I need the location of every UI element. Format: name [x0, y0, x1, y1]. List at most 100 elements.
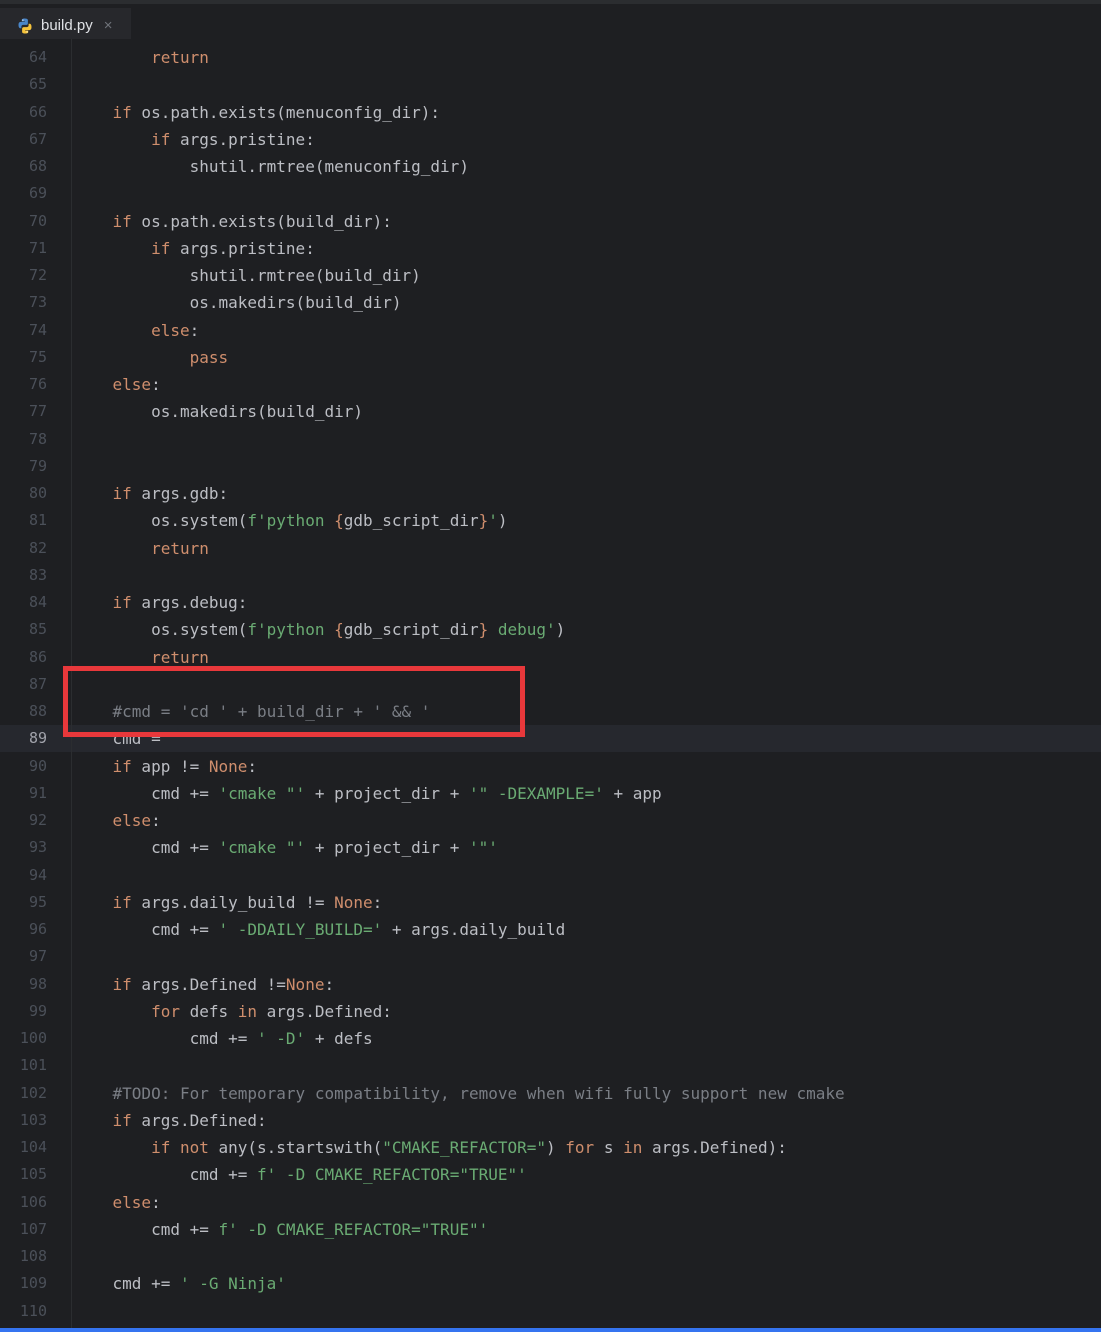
code-line[interactable]: 107 cmd += f' -D CMAKE_REFACTOR="TRUE"': [0, 1216, 1101, 1243]
line-number[interactable]: 84: [0, 589, 47, 616]
line-number[interactable]: 101: [0, 1052, 47, 1079]
line-number[interactable]: 109: [0, 1270, 47, 1297]
code-line[interactable]: 105 cmd += f' -D CMAKE_REFACTOR="TRUE"': [0, 1161, 1101, 1188]
line-number[interactable]: 81: [0, 507, 47, 534]
code-line[interactable]: 93 cmd += 'cmake "' + project_dir + '"': [0, 834, 1101, 861]
code-line[interactable]: 106 else:: [0, 1189, 1101, 1216]
code-line[interactable]: 82 return: [0, 535, 1101, 562]
code-line[interactable]: 71 if args.pristine:: [0, 235, 1101, 262]
code-line[interactable]: 64 return: [0, 44, 1101, 71]
line-number[interactable]: 66: [0, 99, 47, 126]
code-line[interactable]: 72 shutil.rmtree(build_dir): [0, 262, 1101, 289]
code-line[interactable]: 67 if args.pristine:: [0, 126, 1101, 153]
line-number[interactable]: 108: [0, 1243, 47, 1270]
code-line[interactable]: 99 for defs in args.Defined:: [0, 998, 1101, 1025]
line-number[interactable]: 71: [0, 235, 47, 262]
code-line[interactable]: 98 if args.Defined !=None:: [0, 971, 1101, 998]
code-line[interactable]: 108: [0, 1243, 1101, 1270]
line-number[interactable]: 73: [0, 289, 47, 316]
line-number[interactable]: 69: [0, 180, 47, 207]
line-number[interactable]: 99: [0, 998, 47, 1025]
line-number[interactable]: 100: [0, 1025, 47, 1052]
code-line[interactable]: 88 #cmd = 'cd ' + build_dir + ' && ': [0, 698, 1101, 725]
line-code: shutil.rmtree(menuconfig_dir): [74, 153, 469, 180]
code-line[interactable]: 77 os.makedirs(build_dir): [0, 398, 1101, 425]
code-line[interactable]: 84 if args.debug:: [0, 589, 1101, 616]
code-line[interactable]: 74 else:: [0, 317, 1101, 344]
line-number[interactable]: 98: [0, 971, 47, 998]
line-number[interactable]: 93: [0, 834, 47, 861]
code-line[interactable]: 81 os.system(f'python {gdb_script_dir}'): [0, 507, 1101, 534]
code-token: None: [208, 756, 248, 776]
line-number[interactable]: 80: [0, 480, 47, 507]
line-number[interactable]: 70: [0, 208, 47, 235]
code-line[interactable]: 103 if args.Defined:: [0, 1107, 1101, 1134]
line-number[interactable]: 89: [0, 725, 47, 752]
code-line[interactable]: 85 os.system(f'python {gdb_script_dir} d…: [0, 616, 1101, 643]
code-line[interactable]: 89 cmd =: [0, 725, 1101, 753]
line-number[interactable]: 82: [0, 535, 47, 562]
line-number[interactable]: 83: [0, 562, 47, 589]
line-number[interactable]: 64: [0, 44, 47, 71]
code-line[interactable]: 75 pass: [0, 344, 1101, 371]
code-line[interactable]: 100 cmd += ' -D' + defs: [0, 1025, 1101, 1052]
close-tab-icon[interactable]: ×: [104, 17, 113, 34]
line-number[interactable]: 75: [0, 344, 47, 371]
line-number[interactable]: 88: [0, 698, 47, 725]
code-line[interactable]: 76 else:: [0, 371, 1101, 398]
line-number[interactable]: 107: [0, 1216, 47, 1243]
line-number[interactable]: 79: [0, 453, 47, 480]
code-line[interactable]: 101: [0, 1052, 1101, 1079]
line-number[interactable]: 90: [0, 753, 47, 780]
tab-build-py[interactable]: build.py ×: [0, 8, 131, 43]
line-number[interactable]: 67: [0, 126, 47, 153]
code-line[interactable]: 95 if args.daily_build != None:: [0, 889, 1101, 916]
code-line[interactable]: 79: [0, 453, 1101, 480]
line-number[interactable]: 85: [0, 616, 47, 643]
line-number[interactable]: 110: [0, 1298, 47, 1325]
code-line[interactable]: 90 if app != None:: [0, 753, 1101, 780]
code-line[interactable]: 91 cmd += 'cmake "' + project_dir + '" -…: [0, 780, 1101, 807]
line-number[interactable]: 91: [0, 780, 47, 807]
code-editor[interactable]: 64 return 65 66 if os.path.exists(menuconf…: [0, 39, 1101, 1328]
code-line[interactable]: 68 shutil.rmtree(menuconfig_dir): [0, 153, 1101, 180]
line-number[interactable]: 105: [0, 1161, 47, 1188]
line-number[interactable]: 72: [0, 262, 47, 289]
code-line[interactable]: 104 if not any(s.startswith("CMAKE_REFAC…: [0, 1134, 1101, 1161]
line-number[interactable]: 78: [0, 426, 47, 453]
line-number[interactable]: 94: [0, 862, 47, 889]
line-number[interactable]: 68: [0, 153, 47, 180]
code-line[interactable]: 97: [0, 943, 1101, 970]
code-line[interactable]: 96 cmd += ' -DDAILY_BUILD=' + args.daily…: [0, 916, 1101, 943]
line-number[interactable]: 97: [0, 943, 47, 970]
code-line[interactable]: 80 if args.gdb:: [0, 480, 1101, 507]
code-line[interactable]: 110: [0, 1298, 1101, 1325]
code-line[interactable]: 102 #TODO: For temporary compatibility, …: [0, 1080, 1101, 1107]
line-number[interactable]: 96: [0, 916, 47, 943]
line-number[interactable]: 74: [0, 317, 47, 344]
line-number[interactable]: 95: [0, 889, 47, 916]
line-number[interactable]: 102: [0, 1080, 47, 1107]
line-number[interactable]: 104: [0, 1134, 47, 1161]
code-line[interactable]: 87: [0, 671, 1101, 698]
code-line[interactable]: 70 if os.path.exists(build_dir):: [0, 208, 1101, 235]
code-line[interactable]: 65: [0, 71, 1101, 98]
line-number[interactable]: 65: [0, 71, 47, 98]
code-line[interactable]: 78: [0, 426, 1101, 453]
code-line[interactable]: 94: [0, 862, 1101, 889]
line-number[interactable]: 76: [0, 371, 47, 398]
code-line[interactable]: 83: [0, 562, 1101, 589]
line-number[interactable]: 103: [0, 1107, 47, 1134]
line-number[interactable]: 86: [0, 644, 47, 671]
line-number[interactable]: 77: [0, 398, 47, 425]
code-line[interactable]: 69: [0, 180, 1101, 207]
line-number[interactable]: 92: [0, 807, 47, 834]
code-line[interactable]: 66 if os.path.exists(menuconfig_dir):: [0, 99, 1101, 126]
line-number[interactable]: 87: [0, 671, 47, 698]
code-token: cmd +=: [74, 783, 219, 803]
code-line[interactable]: 86 return: [0, 644, 1101, 671]
line-number[interactable]: 106: [0, 1189, 47, 1216]
code-line[interactable]: 109 cmd += ' -G Ninja': [0, 1270, 1101, 1297]
code-line[interactable]: 73 os.makedirs(build_dir): [0, 289, 1101, 316]
code-line[interactable]: 92 else:: [0, 807, 1101, 834]
